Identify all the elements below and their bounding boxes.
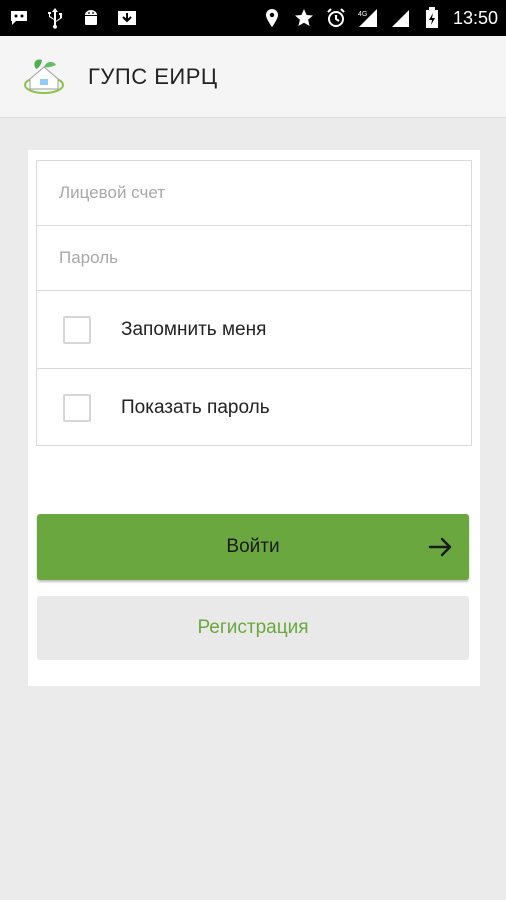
login-card: Запомнить меня Показать пароль Войти Рег…: [28, 150, 480, 686]
status-time: 13:50: [452, 7, 498, 28]
app-title: ГУПС ЕИРЦ: [88, 63, 218, 89]
alarm-icon: [325, 7, 347, 29]
download-icon: [116, 7, 138, 29]
status-left-icons: [8, 7, 138, 29]
battery-icon: [421, 7, 443, 29]
password-input[interactable]: [59, 248, 471, 268]
account-number-input[interactable]: [59, 183, 471, 203]
star-icon: [293, 7, 315, 29]
signal-4g-icon: 4G: [357, 7, 379, 29]
usb-icon: [44, 7, 66, 29]
house-leaf-logo-icon: [22, 55, 66, 99]
remember-me-label: Запомнить меня: [121, 318, 267, 340]
password-row: [37, 226, 471, 291]
status-right-icons: 4G 13:50: [261, 7, 498, 29]
remember-me-checkbox[interactable]: [63, 315, 91, 344]
android-icon: [80, 7, 102, 29]
arrow-right-icon: [427, 533, 455, 561]
show-password-label: Показать пароль: [121, 397, 270, 418]
login-form: Запомнить меня Показать пароль: [36, 160, 472, 446]
status-bar: 4G 13:50: [0, 0, 506, 36]
signal-icon: [389, 7, 411, 29]
app-bar: ГУПС ЕИРЦ: [0, 36, 506, 118]
show-password-row[interactable]: Показать пароль: [37, 369, 471, 447]
chat-icon: [8, 7, 30, 29]
show-password-checkbox[interactable]: [63, 394, 91, 422]
account-row: [37, 161, 471, 226]
svg-text:4G: 4G: [358, 11, 367, 18]
login-button-label: Войти: [226, 536, 280, 557]
register-button-label: Регистрация: [197, 617, 309, 638]
location-icon: [261, 7, 283, 29]
remember-me-row[interactable]: Запомнить меня: [37, 291, 471, 369]
register-button[interactable]: Регистрация: [37, 596, 469, 660]
login-button[interactable]: Войти: [37, 514, 469, 580]
